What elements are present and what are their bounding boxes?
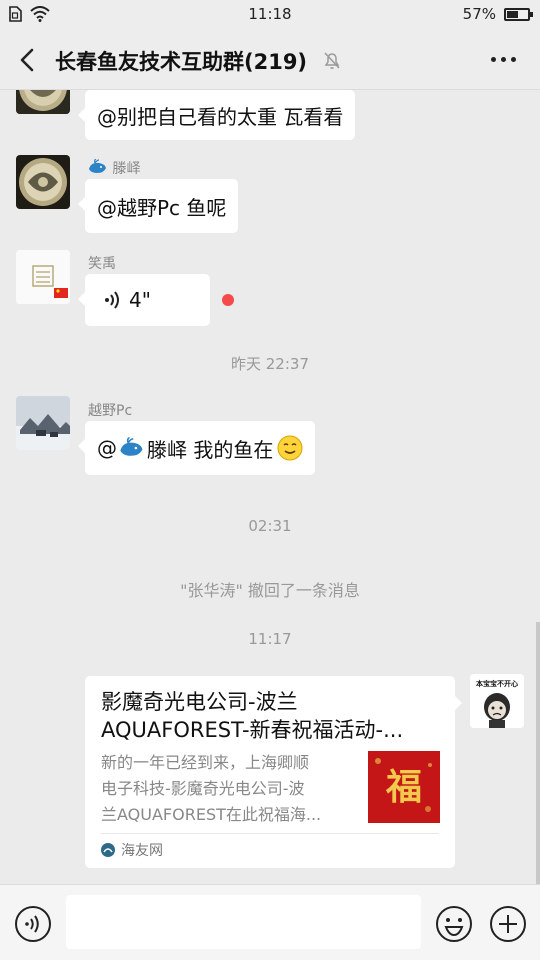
avatar-image: 本宝宝不开心 — [470, 674, 524, 728]
avatar[interactable] — [16, 155, 70, 209]
sender-name: 越野Pc — [88, 403, 133, 419]
link-card[interactable]: 影魔奇光电公司-波兰 AQUAFOREST-新春祝福活动-... 新的一年已经到… — [85, 676, 462, 868]
message-text: 滕峄 我的鱼在 — [147, 437, 274, 462]
card-description-line: 电子科技-影魔奇光电公司-波 — [101, 779, 305, 798]
card-divider — [101, 833, 439, 834]
voice-wave-icon — [105, 291, 119, 309]
avatar[interactable] — [16, 90, 70, 114]
card-thumbnail: 福 — [368, 751, 440, 823]
chat-header: 长春鱼友技术互助群(219) — [0, 30, 540, 90]
message-bubble[interactable]: @越野Pc 鱼呢 — [77, 179, 239, 233]
timestamp: 昨天 22:37 — [231, 355, 309, 373]
card-title: 影魔奇光电公司-波兰 AQUAFOREST-新春祝福活动-... — [101, 688, 441, 744]
message-text: @别把自己看的太重 瓦看看 — [97, 104, 344, 129]
card-description-line: 新的一年已经到来，上海卿顺 — [101, 753, 310, 772]
status-time: 11:18 — [248, 5, 292, 23]
message-bubble[interactable]: @别把自己看的太重 瓦看看 — [77, 90, 356, 140]
avatar[interactable] — [16, 250, 70, 304]
battery-icon — [504, 7, 533, 21]
card-title-line: 影魔奇光电公司-波兰 — [101, 690, 298, 714]
whale-icon — [120, 437, 143, 456]
voice-input-icon[interactable] — [14, 905, 52, 943]
back-arrow-icon[interactable] — [14, 46, 42, 74]
battery-status: 57% — [462, 5, 533, 23]
card-source: 海友网 — [101, 840, 163, 860]
battery-fill — [507, 10, 519, 18]
sender-name-text: 滕峄 — [112, 161, 141, 177]
scrollbar[interactable] — [536, 622, 540, 884]
timestamp: 02:31 — [248, 517, 292, 535]
dot-icon — [491, 57, 496, 62]
emoji-icon[interactable] — [435, 905, 473, 943]
fu-blessing-image: 福 — [368, 751, 440, 823]
message-input[interactable] — [66, 895, 421, 949]
message-text: @越野Pc 鱼呢 — [97, 195, 227, 220]
card-title-line: AQUAFOREST-新春祝福活动-... — [101, 718, 404, 742]
smile-emoji-icon — [277, 435, 303, 461]
recall-notice: "张华涛" 撤回了一条消息 — [180, 581, 360, 600]
dot-icon — [511, 57, 516, 62]
avatar-image — [16, 396, 70, 450]
avatar-image — [16, 90, 70, 114]
chat-input-bar — [0, 884, 540, 960]
self-avatar[interactable]: 本宝宝不开心 — [470, 674, 524, 728]
message-list[interactable]: @别把自己看的太重 瓦看看 滕峄 @越野Pc 鱼呢 笑禹 4" 昨天 22:37… — [0, 90, 540, 884]
status-bar: 11:18 57% — [0, 0, 540, 30]
avatar-image — [16, 155, 70, 209]
card-description: 新的一年已经到来，上海卿顺 电子科技-影魔奇光电公司-波 兰AQUAFOREST… — [101, 750, 363, 828]
dot-icon — [501, 57, 506, 62]
message-mention-prefix: @ — [97, 436, 117, 460]
sender-name: 笑禹 — [88, 256, 116, 272]
chat-title: 长春鱼友技术互助群(219) — [55, 50, 308, 74]
sender-name: 滕峄 — [88, 158, 140, 178]
card-description-line: 兰AQUAFOREST在此祝福海... — [101, 805, 322, 824]
timestamp: 11:17 — [248, 630, 292, 648]
avatar-image — [16, 250, 70, 304]
source-logo-icon — [101, 843, 115, 857]
card-source-name: 海友网 — [121, 843, 163, 859]
voice-message-bubble[interactable]: 4" — [78, 274, 210, 326]
message-bubble[interactable]: @ 滕峄 我的鱼在 — [77, 421, 316, 475]
avatar-caption: 本宝宝不开心 — [475, 679, 518, 688]
whale-icon — [89, 158, 106, 173]
voice-duration: 4" — [129, 288, 151, 312]
fu-character: 福 — [385, 766, 422, 808]
battery-percent: 57% — [462, 5, 496, 23]
avatar[interactable] — [16, 396, 70, 450]
mute-bell-icon — [324, 52, 340, 69]
unread-dot — [222, 294, 234, 306]
plus-icon[interactable] — [489, 905, 527, 943]
more-options-button[interactable] — [491, 57, 516, 62]
